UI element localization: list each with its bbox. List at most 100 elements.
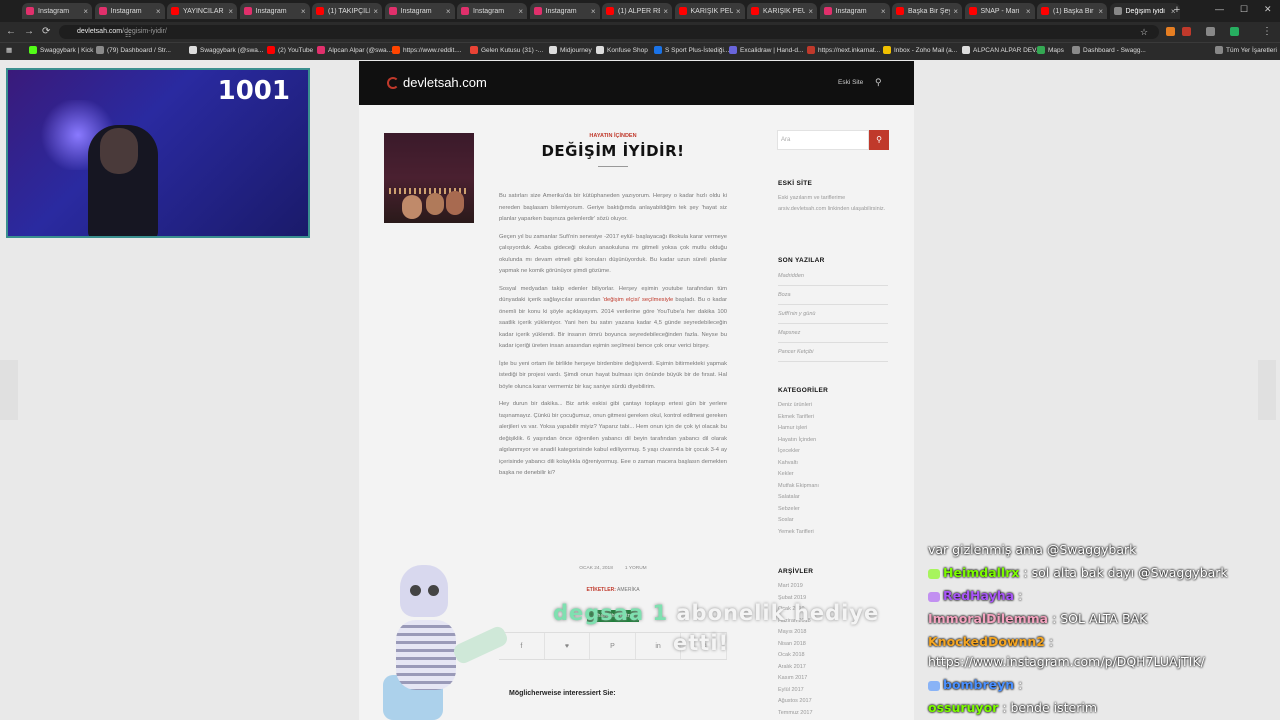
- bookmark-link[interactable]: Swaggybark | Kick: [29, 46, 93, 54]
- all-bookmarks-folder[interactable]: Tüm Yer İşaretleri: [1215, 46, 1277, 54]
- extension-icon[interactable]: [1166, 27, 1175, 36]
- recent-post-link[interactable]: Mapsnez: [778, 324, 888, 343]
- browser-tab[interactable]: (1) TAKIPÇILE ×: [312, 3, 382, 19]
- bookmark-link[interactable]: Alpcan Alpar (@swa...: [317, 46, 392, 54]
- minimize-button[interactable]: —: [1215, 4, 1224, 14]
- bookmark-link[interactable]: Swaggybark (@swa...: [189, 46, 263, 54]
- category-link[interactable]: Kekler: [778, 469, 888, 481]
- category-link[interactable]: Hayatın İçinden: [778, 435, 888, 447]
- post-category[interactable]: HAYATIN İÇİNDEN: [499, 133, 727, 139]
- bookmark-link[interactable]: https://next.inkarnat...: [807, 46, 880, 54]
- category-link[interactable]: Kahvaltı: [778, 458, 888, 470]
- category-link[interactable]: Sebzeler: [778, 504, 888, 516]
- tab-close-icon[interactable]: ×: [1026, 7, 1031, 16]
- browser-tab[interactable]: KARIŞIK PEU ×: [747, 3, 817, 19]
- category-link[interactable]: Hamur işleri: [778, 423, 888, 435]
- chat-username[interactable]: KnockedDownn2: [928, 634, 1045, 649]
- bookmark-link[interactable]: Maps: [1037, 46, 1064, 54]
- tab-close-icon[interactable]: ×: [663, 7, 668, 16]
- archive-link[interactable]: Kasım 2017: [778, 673, 888, 685]
- url-field[interactable]: ☷ devletsah.com/degisim-iyidir/: [59, 25, 1159, 39]
- recent-post-link[interactable]: Pancer Ketçibi: [778, 343, 888, 362]
- chat-username[interactable]: ossuruyor: [928, 700, 998, 715]
- search-icon[interactable]: ⚲: [875, 77, 882, 88]
- nav-eski-site-link[interactable]: Eski Site: [838, 79, 863, 86]
- site-logo[interactable]: devletsah.com: [387, 75, 487, 90]
- tab-close-icon[interactable]: ×: [518, 7, 523, 16]
- slider-prev-arrow[interactable]: [0, 360, 18, 420]
- tab-close-icon[interactable]: ×: [301, 7, 306, 16]
- chat-username[interactable]: RedHayha: [943, 588, 1014, 603]
- browser-tab[interactable]: Değişim iyidi ×: [1109, 3, 1180, 19]
- browser-tab[interactable]: Instagram ×: [384, 3, 455, 19]
- extensions-puzzle-icon[interactable]: [1206, 27, 1215, 36]
- slider-next-arrow[interactable]: [1258, 360, 1276, 420]
- tab-close-icon[interactable]: ×: [156, 7, 161, 16]
- profile-avatar[interactable]: [1230, 27, 1239, 36]
- tab-close-icon[interactable]: ×: [83, 7, 88, 16]
- menu-kebab-icon[interactable]: ⋮: [1262, 26, 1272, 38]
- bookmark-link[interactable]: Excalidraw | Hand-d...: [729, 46, 803, 54]
- forward-icon[interactable]: →: [24, 26, 34, 38]
- category-link[interactable]: Salatalar: [778, 492, 888, 504]
- category-link[interactable]: Soslar: [778, 515, 888, 527]
- post-thumbnail[interactable]: [384, 133, 474, 223]
- degisim-elcisi-link[interactable]: 'değişim elçisi' seçilmesiyle: [603, 297, 674, 303]
- recent-post-link[interactable]: Boza: [778, 286, 888, 305]
- sidebar-search-button[interactable]: ⚲: [869, 130, 889, 150]
- comments-link[interactable]: 1 YORUM: [625, 566, 647, 571]
- bookmark-link[interactable]: Dashboard - Swagg...: [1072, 46, 1146, 54]
- bookmark-link[interactable]: Gelen Kutusu (31) -...: [470, 46, 543, 54]
- archive-link[interactable]: Mart 2019: [778, 581, 888, 593]
- tab-close-icon[interactable]: ×: [373, 7, 378, 16]
- browser-tab[interactable]: Instagram ×: [239, 3, 310, 19]
- archive-link[interactable]: Aralık 2017: [778, 662, 888, 674]
- bookmark-link[interactable]: Midjourney: [549, 46, 592, 54]
- browser-tab[interactable]: Instagram ×: [529, 3, 600, 19]
- category-link[interactable]: Mutfak Ekipmanı: [778, 481, 888, 493]
- new-tab-button[interactable]: +: [1171, 4, 1183, 16]
- tag-link[interactable]: AMERİKA: [617, 587, 640, 593]
- tab-close-icon[interactable]: ×: [446, 7, 451, 16]
- browser-tab[interactable]: Instagram ×: [22, 3, 92, 19]
- browser-tab[interactable]: Başka Bir Şey ×: [892, 3, 962, 19]
- maximize-button[interactable]: ☐: [1240, 4, 1248, 15]
- recent-post-link[interactable]: Suffi'nin y günü: [778, 305, 888, 324]
- tab-close-icon[interactable]: ×: [228, 7, 233, 16]
- sidebar-search-input[interactable]: Ara: [777, 130, 869, 150]
- tab-close-icon[interactable]: ×: [591, 7, 596, 16]
- chat-username[interactable]: Heimdallrx: [943, 565, 1019, 580]
- browser-tab[interactable]: YAYINCILAR J ×: [167, 3, 237, 19]
- bookmark-link[interactable]: (2) YouTube: [267, 46, 313, 54]
- category-link[interactable]: Deniz ürünleri: [778, 400, 888, 412]
- bookmark-link[interactable]: S Sport Plus-İstediği...: [654, 46, 729, 54]
- tab-close-icon[interactable]: ×: [808, 7, 813, 16]
- recent-post-link[interactable]: Madridden: [778, 267, 888, 286]
- back-icon[interactable]: ←: [6, 26, 16, 38]
- bookmark-link[interactable]: (79) Dashboard / Str...: [96, 46, 171, 54]
- bookmark-link[interactable]: Konfuse Shop: [596, 46, 648, 54]
- archive-link[interactable]: Ağustos 2017: [778, 696, 888, 708]
- apps-grid-icon[interactable]: ▦: [6, 46, 12, 54]
- browser-tab[interactable]: Instagram ×: [94, 3, 165, 19]
- category-link[interactable]: Yemek Tarifleri: [778, 527, 888, 539]
- tab-close-icon[interactable]: ×: [953, 7, 958, 16]
- tab-close-icon[interactable]: ×: [881, 7, 886, 16]
- bookmark-link[interactable]: Inbox - Zoho Mail (a...: [883, 46, 957, 54]
- browser-tab[interactable]: Instagram ×: [457, 3, 527, 19]
- extension-icon[interactable]: [1182, 27, 1191, 36]
- category-link[interactable]: İçecekler: [778, 446, 888, 458]
- browser-tab[interactable]: (1) ALPER RE ×: [602, 3, 672, 19]
- browser-tab[interactable]: (1) Başka Bir ×: [1037, 3, 1107, 19]
- chat-username[interactable]: ImmoralDilemma: [928, 611, 1048, 626]
- browser-tab[interactable]: Instagram ×: [819, 3, 890, 19]
- close-window-button[interactable]: ✕: [1264, 4, 1272, 15]
- site-info-icon[interactable]: ☷: [125, 29, 131, 43]
- archive-link[interactable]: Eylül 2017: [778, 685, 888, 697]
- bookmark-link[interactable]: ALPCAN ALPAR DEV...: [962, 46, 1041, 54]
- bookmark-link[interactable]: https://www.reddit....: [392, 46, 462, 54]
- browser-tab[interactable]: KARIŞIK PEU ×: [674, 3, 745, 19]
- category-link[interactable]: Ekmek Tarifleri: [778, 412, 888, 424]
- loading-icon[interactable]: ⟳: [42, 26, 50, 38]
- browser-tab[interactable]: SNAP - Mari ×: [964, 3, 1035, 19]
